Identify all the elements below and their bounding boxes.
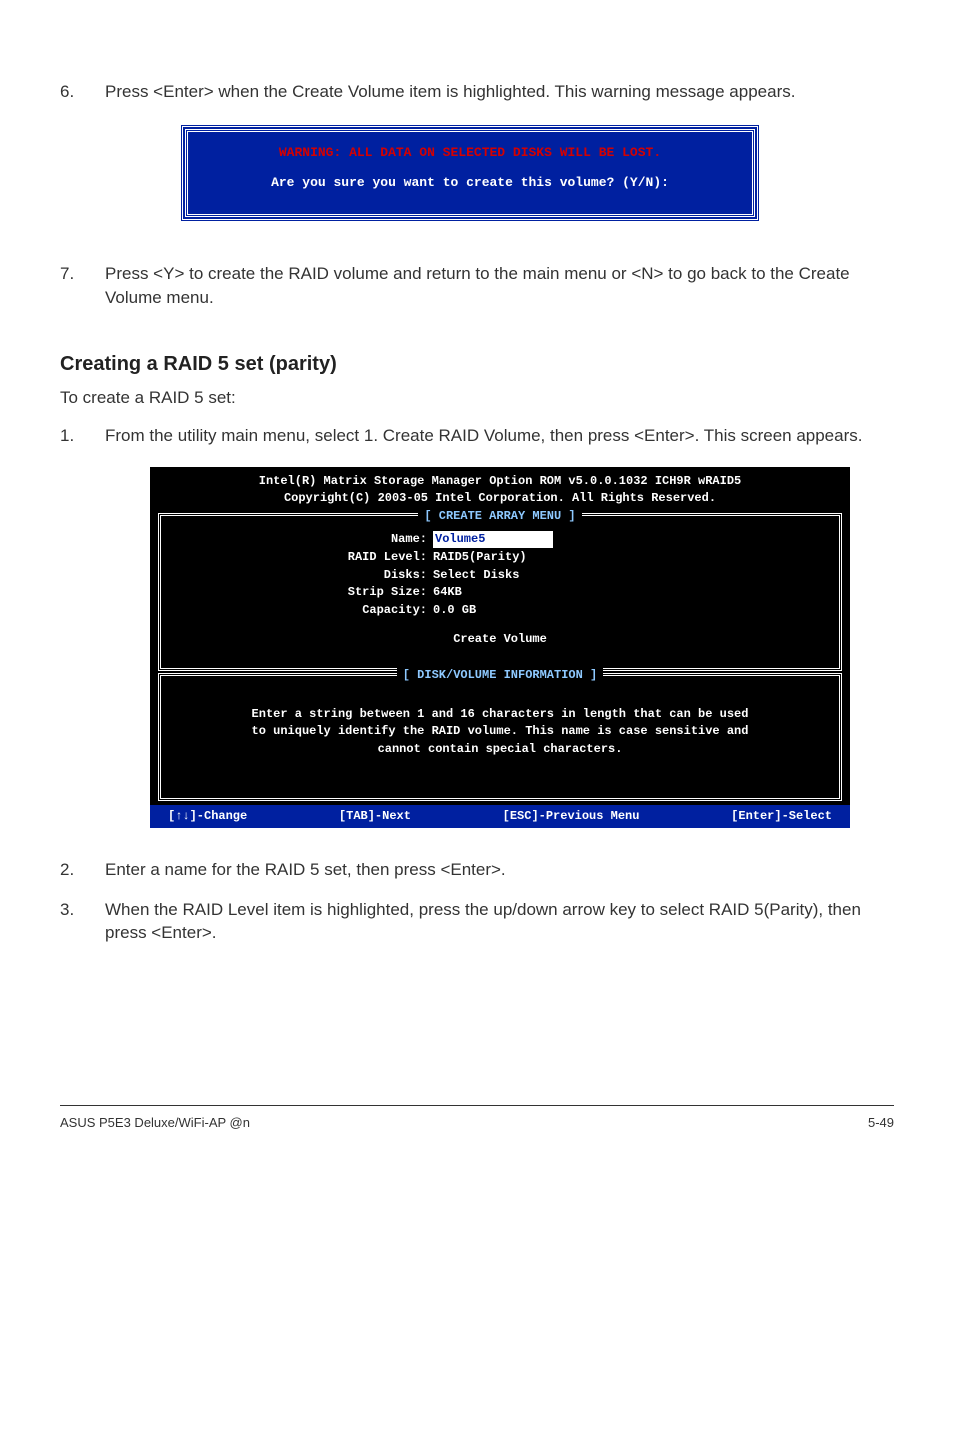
footer-select: [Enter]-Select bbox=[731, 808, 832, 825]
step-number: 1. bbox=[60, 424, 105, 448]
step-7: 7. Press <Y> to create the RAID volume a… bbox=[60, 262, 894, 310]
create-array-title: [ CREATE ARRAY MENU ] bbox=[161, 508, 839, 525]
create-volume-action[interactable]: Create Volume bbox=[173, 631, 827, 648]
field-strip-size: Strip Size: 64KB bbox=[173, 584, 827, 601]
disk-volume-title: [ DISK/VOLUME INFORMATION ] bbox=[161, 667, 839, 684]
step-text: Press <Y> to create the RAID volume and … bbox=[105, 262, 894, 310]
footer-right: 5-49 bbox=[868, 1114, 894, 1132]
strip-label: Strip Size: bbox=[173, 584, 433, 601]
bios-footer: [↑↓]-Change [TAB]-Next [ESC]-Previous Me… bbox=[150, 805, 850, 828]
warning-line2: Are you sure you want to create this vol… bbox=[196, 174, 744, 192]
footer-left: ASUS P5E3 Deluxe/WiFi-AP @n bbox=[60, 1114, 250, 1132]
raid-label: RAID Level: bbox=[173, 549, 433, 566]
name-value[interactable]: Volume5 bbox=[433, 531, 553, 548]
capacity-label: Capacity: bbox=[173, 602, 433, 619]
step-2: 2. Enter a name for the RAID 5 set, then… bbox=[60, 858, 894, 882]
bios-header: Intel(R) Matrix Storage Manager Option R… bbox=[150, 469, 850, 511]
capacity-value[interactable]: 0.0 GB bbox=[433, 602, 476, 619]
section-intro: To create a RAID 5 set: bbox=[60, 386, 894, 410]
disks-value[interactable]: Select Disks bbox=[433, 567, 519, 584]
create-array-menu: [ CREATE ARRAY MENU ] Name: Volume5 RAID… bbox=[158, 513, 842, 671]
bios-header-line1: Intel(R) Matrix Storage Manager Option R… bbox=[150, 473, 850, 490]
page-footer: ASUS P5E3 Deluxe/WiFi-AP @n 5-49 bbox=[60, 1105, 894, 1132]
footer-next: [TAB]-Next bbox=[339, 808, 411, 825]
step-6: 6. Press <Enter> when the Create Volume … bbox=[60, 80, 894, 104]
footer-prev: [ESC]-Previous Menu bbox=[503, 808, 640, 825]
step-text: From the utility main menu, select 1. Cr… bbox=[105, 424, 894, 448]
name-label: Name: bbox=[173, 531, 433, 548]
step-number: 3. bbox=[60, 898, 105, 946]
step-number: 6. bbox=[60, 80, 105, 104]
step-text: Press <Enter> when the Create Volume ite… bbox=[105, 80, 894, 104]
warning-line1: WARNING: ALL DATA ON SELECTED DISKS WILL… bbox=[196, 144, 744, 162]
footer-change: [↑↓]-Change bbox=[168, 808, 247, 825]
field-capacity: Capacity: 0.0 GB bbox=[173, 602, 827, 619]
step-number: 7. bbox=[60, 262, 105, 310]
step-3: 3. When the RAID Level item is highlight… bbox=[60, 898, 894, 946]
step-1: 1. From the utility main menu, select 1.… bbox=[60, 424, 894, 448]
help-line2: to uniquely identify the RAID volume. Th… bbox=[181, 723, 819, 740]
bios-header-line2: Copyright(C) 2003-05 Intel Corporation. … bbox=[150, 490, 850, 507]
strip-value[interactable]: 64KB bbox=[433, 584, 462, 601]
help-line1: Enter a string between 1 and 16 characte… bbox=[181, 706, 819, 723]
step-text: Enter a name for the RAID 5 set, then pr… bbox=[105, 858, 894, 882]
field-disks: Disks: Select Disks bbox=[173, 567, 827, 584]
field-name: Name: Volume5 bbox=[173, 531, 827, 548]
section-heading: Creating a RAID 5 set (parity) bbox=[60, 350, 894, 378]
step-text: When the RAID Level item is highlighted,… bbox=[105, 898, 894, 946]
warning-inner: WARNING: ALL DATA ON SELECTED DISKS WILL… bbox=[185, 129, 755, 217]
help-line3: cannot contain special characters. bbox=[181, 741, 819, 758]
disk-volume-info: [ DISK/VOLUME INFORMATION ] Enter a stri… bbox=[158, 673, 842, 801]
raid-value[interactable]: RAID5(Parity) bbox=[433, 549, 527, 566]
field-raid-level: RAID Level: RAID5(Parity) bbox=[173, 549, 827, 566]
disks-label: Disks: bbox=[173, 567, 433, 584]
bios-screen: Intel(R) Matrix Storage Manager Option R… bbox=[150, 467, 850, 827]
warning-dialog: WARNING: ALL DATA ON SELECTED DISKS WILL… bbox=[180, 124, 760, 222]
step-number: 2. bbox=[60, 858, 105, 882]
